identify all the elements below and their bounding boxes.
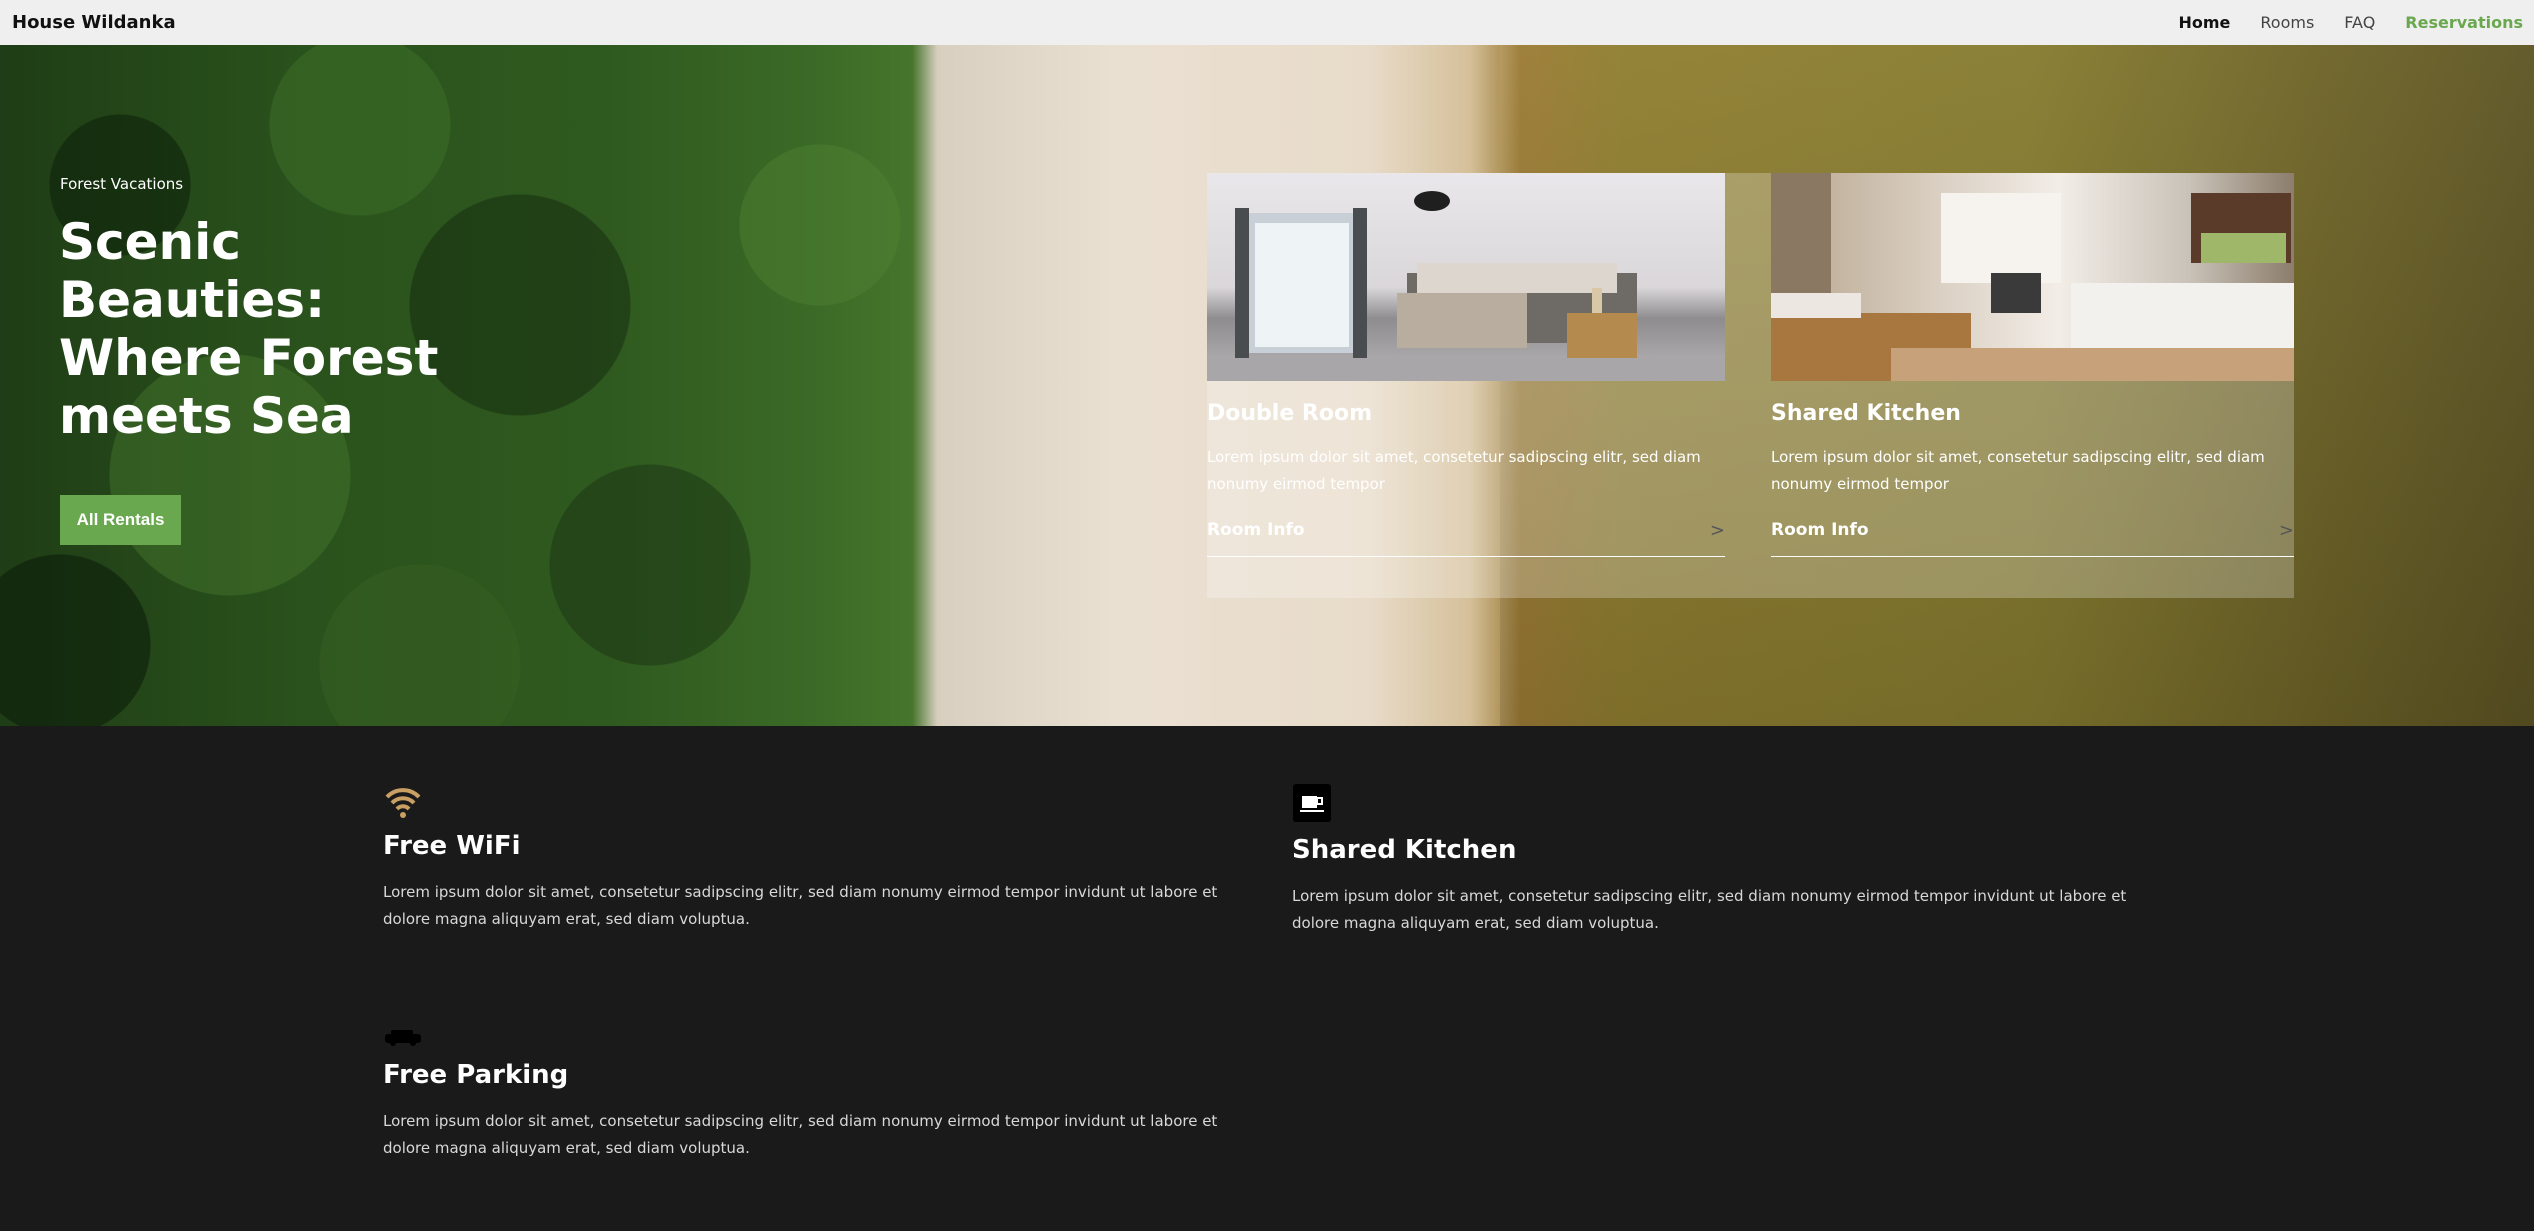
bedroom-illustration	[1207, 191, 1725, 381]
chevron-right-icon: >	[2278, 520, 2294, 541]
room-info-link[interactable]: Room Info >	[1207, 520, 1725, 557]
feature-parking: Free Parking Lorem ipsum dolor sit amet,…	[383, 1028, 1243, 1162]
main-menu: Home Rooms FAQ Reservations	[2178, 13, 2523, 32]
bedroom-photo	[1207, 173, 1725, 381]
site-brand[interactable]: House Wildanka	[12, 12, 176, 33]
feature-text: Lorem ipsum dolor sit amet, consetetur s…	[1292, 887, 2127, 932]
nav-link-reservations[interactable]: Reservations	[2405, 13, 2523, 32]
nav-link-faq[interactable]: FAQ	[2344, 13, 2375, 32]
feature-kitchen: Shared Kitchen Lorem ipsum dolor sit ame…	[1292, 783, 2152, 937]
room-info-label: Room Info	[1771, 520, 1869, 540]
nav-link-home[interactable]: Home	[2178, 13, 2230, 32]
feature-title: Free WiFi	[383, 831, 521, 861]
coffee-cup-icon	[1293, 784, 1331, 822]
feature-title: Free Parking	[383, 1060, 569, 1090]
feature-wifi: Free WiFi Lorem ipsum dolor sit amet, co…	[383, 783, 1243, 933]
features-section: Free WiFi Lorem ipsum dolor sit amet, co…	[0, 726, 2534, 1231]
hero-title: Scenic Beauties: Where Forest meets Sea	[59, 213, 439, 445]
nav-link-rooms[interactable]: Rooms	[2260, 13, 2314, 32]
room-card-double: Double Room Lorem ipsum dolor sit amet, …	[1207, 173, 1725, 557]
hero-kicker: Forest Vacations	[60, 175, 184, 193]
wifi-icon	[385, 788, 421, 818]
card-title: Double Room	[1207, 401, 1372, 426]
room-card-kitchen: Shared Kitchen Lorem ipsum dolor sit ame…	[1771, 173, 2294, 557]
room-info-link[interactable]: Room Info >	[1771, 520, 2294, 557]
hero-section: Forest Vacations Scenic Beauties: Where …	[0, 45, 2534, 726]
feature-title: Shared Kitchen	[1292, 835, 1517, 865]
feature-text: Lorem ipsum dolor sit amet, consetetur s…	[383, 883, 1218, 928]
card-title: Shared Kitchen	[1771, 401, 1961, 426]
car-icon	[385, 1030, 421, 1046]
all-rentals-button[interactable]: All Rentals	[60, 495, 181, 545]
card-text: Lorem ipsum dolor sit amet, consetetur s…	[1207, 448, 1701, 493]
chevron-right-icon: >	[1709, 520, 1725, 541]
top-navbar: House Wildanka Home Rooms FAQ Reservatio…	[0, 0, 2534, 45]
feature-text: Lorem ipsum dolor sit amet, consetetur s…	[383, 1112, 1218, 1157]
kitchen-illustration	[1771, 173, 2294, 381]
kitchen-photo	[1771, 173, 2294, 381]
room-info-label: Room Info	[1207, 520, 1305, 540]
card-text: Lorem ipsum dolor sit amet, consetetur s…	[1771, 448, 2265, 493]
